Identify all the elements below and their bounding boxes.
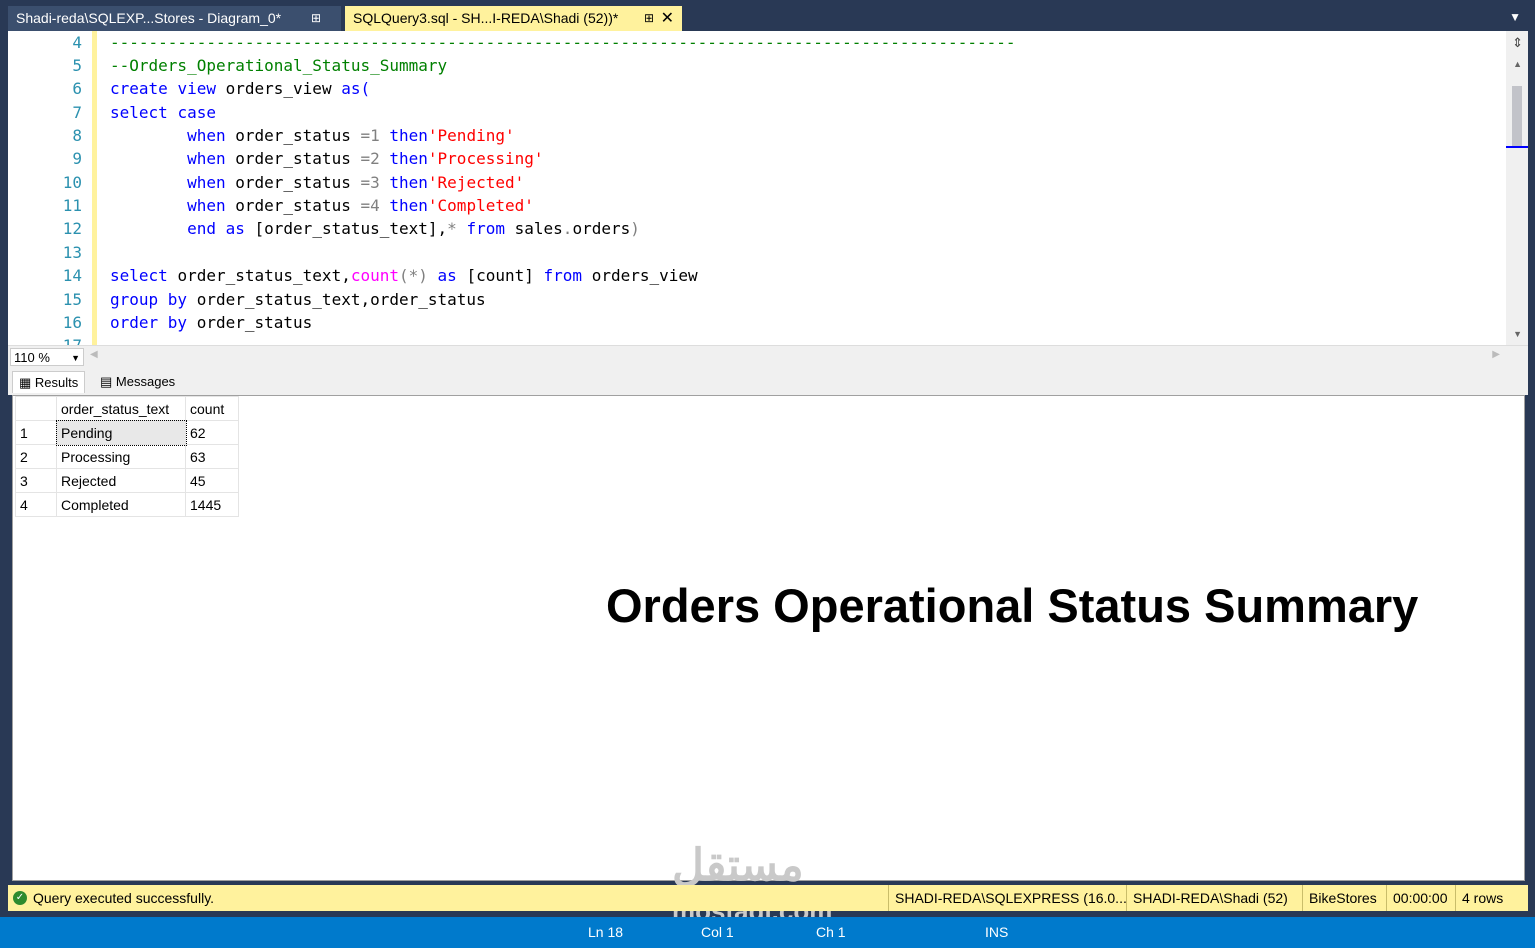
grid-cell[interactable]: Completed [56,492,186,517]
tab-results-label: Results [34,375,79,390]
editor-vertical-scrollbar[interactable]: ⇕ ▲ ▼ [1506,31,1528,345]
ssms-window: Shadi-reda\SQLEXP...Stores - Diagram_0* … [0,0,1535,948]
line-number: 10 [62,173,82,192]
tab-sqlquery3[interactable]: SQLQuery3.sql - SH...I-REDA\Shadi (52))*… [345,6,682,31]
line-number: 16 [62,313,82,332]
tab-diagram[interactable]: Shadi-reda\SQLEXP...Stores - Diagram_0* … [8,6,341,31]
column-header[interactable]: count [185,396,239,421]
line-number: 5 [72,56,82,75]
pin-icon[interactable]: ⊞ [311,6,321,31]
pin-icon[interactable]: ⊞ [644,6,654,31]
insert-mode-indicator: INS [985,924,1009,940]
grid-cell[interactable]: 62 [185,420,239,445]
code-line-11: when order_status =4 then'Completed' [187,196,534,215]
line-number: 15 [62,290,82,309]
messages-icon: ▤ [100,374,113,389]
line-number: 9 [72,149,82,168]
zoom-value: 110 % [14,350,50,365]
line-number: 4 [72,33,82,52]
line-number: 11 [62,196,82,215]
grid-icon: ▦ [19,375,32,390]
grid-cell[interactable]: Pending [55,419,187,446]
grid-cell[interactable]: 63 [185,444,239,469]
code-line-4: ----------------------------------------… [110,33,1016,52]
split-icon[interactable]: ⇕ [1512,35,1523,51]
results-grid[interactable]: order_status_text count 1 Pending 62 2 P… [15,396,239,517]
caret-position-marker [1506,146,1528,148]
code-line-12: end as [order_status_text],* from sales.… [187,219,640,238]
tab-sqlquery3-label: SQLQuery3.sql - SH...I-REDA\Shadi (52))* [353,10,619,26]
status-row-count: 4 rows [1455,885,1503,911]
grid-cell[interactable]: Processing [56,444,186,469]
close-icon[interactable]: ✕ [661,6,674,31]
results-tab-strip: ▦ Results ▤ Messages [8,367,1528,395]
code-line-10: when order_status =3 then'Rejected' [187,173,525,192]
tab-messages-label: Messages [115,374,176,389]
code-line-7: select case [110,103,216,122]
table-row[interactable]: 1 Pending 62 [15,419,239,446]
code-line-5: --Orders_Operational_Status_Summary [110,56,448,75]
tab-overflow-chevron-down-icon[interactable]: ▼ [1509,10,1521,24]
tab-diagram-label: Shadi-reda\SQLEXP...Stores - Diagram_0* [16,10,282,26]
grid-cell[interactable]: 45 [185,468,239,493]
row-number-header[interactable] [15,396,57,421]
grid-cell[interactable]: 1445 [185,492,239,517]
overlay-headline: Orders Operational Status Summary [606,579,1419,632]
table-row[interactable]: 2 Processing 63 [15,444,239,469]
scroll-left-icon[interactable]: ◀ [90,349,98,360]
scroll-down-icon[interactable]: ▼ [1513,329,1522,339]
line-number: 8 [72,126,82,145]
grid-header-row: order_status_text count [15,396,239,421]
zoom-dropdown[interactable]: 110 % ▼ [10,348,84,366]
watermark-logo: مستقل [672,841,804,890]
table-row[interactable]: 3 Rejected 45 [15,468,239,493]
row-number[interactable]: 2 [15,444,57,469]
query-editor[interactable]: 4 5 6 7 8 9 10 11 12 13 14 15 16 17 ----… [8,31,1528,345]
code-line-6: create view orders_view as( [110,79,371,98]
scroll-right-icon[interactable]: ▶ [1492,349,1500,360]
line-number: 13 [62,243,82,262]
line-number: 6 [72,79,82,98]
column-header[interactable]: order_status_text [56,396,186,421]
grid-cell[interactable]: Rejected [56,468,186,493]
line-number-gutter: 4 5 6 7 8 9 10 11 12 13 14 15 16 17 [8,31,92,345]
status-user: SHADI-REDA\Shadi (52) [1126,885,1288,911]
status-message: Query executed successfully. [33,890,215,906]
line-number: 12 [62,219,82,238]
document-tab-strip: Shadi-reda\SQLEXP...Stores - Diagram_0* … [0,0,1535,31]
scroll-thumb[interactable] [1512,86,1522,148]
change-tracking-margin [92,31,97,345]
code-line-8: when order_status =1 then'Pending' [187,126,515,145]
scroll-up-icon[interactable]: ▲ [1513,59,1522,69]
line-indicator: Ln 18 [588,924,624,940]
row-number[interactable]: 1 [15,420,57,445]
code-line-15: group by order_status_text,order_status [110,290,486,309]
row-number[interactable]: 4 [15,492,57,517]
column-indicator: Col 1 [701,924,734,940]
code-line-16: order by order_status [110,313,313,332]
tab-results[interactable]: ▦ Results [12,371,86,393]
line-number: 7 [72,103,82,122]
status-database: BikeStores [1302,885,1377,911]
tab-messages[interactable]: ▤ Messages [94,371,181,393]
query-status-bar: ✓ Query executed successfully. SHADI-RED… [8,885,1528,911]
chevron-down-icon: ▼ [71,353,80,363]
char-indicator: Ch 1 [816,924,846,940]
line-number: 14 [62,266,82,285]
code-line-14: select order_status_text,count(*) as [co… [110,266,698,285]
line-number: 17 [8,334,82,345]
table-row[interactable]: 4 Completed 1445 [15,492,239,517]
status-elapsed-time: 00:00:00 [1386,885,1448,911]
editor-zoom-bar: 110 % ▼ ◀ ▶ [8,345,1528,368]
results-pane: order_status_text count 1 Pending 62 2 P… [12,395,1525,881]
row-number[interactable]: 3 [15,468,57,493]
status-server: SHADI-REDA\SQLEXPRESS (16.0... [888,885,1127,911]
code-line-9: when order_status =2 then'Processing' [187,149,544,168]
application-status-bar: Ln 18 Col 1 Ch 1 INS [0,917,1535,948]
success-check-icon: ✓ [13,891,27,905]
